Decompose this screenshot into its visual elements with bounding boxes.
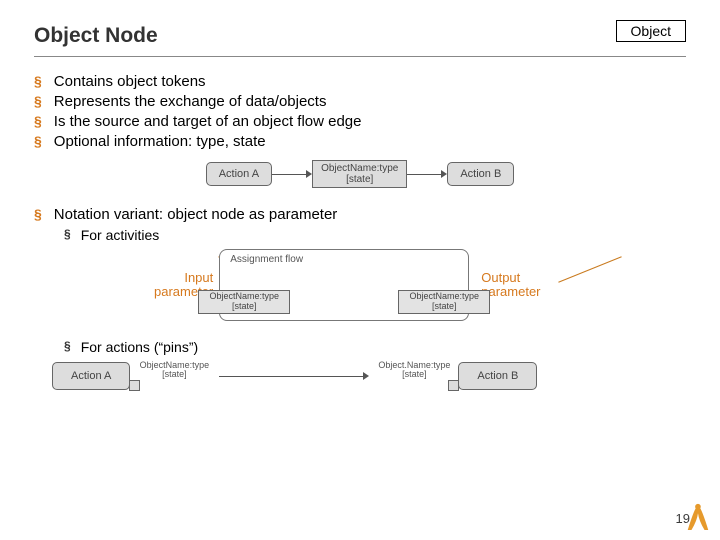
action-a-pin-box: Action A xyxy=(52,362,130,390)
sublist-text: For actions (“pins”) xyxy=(81,339,198,355)
action-b-pin-box: Action B xyxy=(458,362,537,390)
diagram-pins: Action A ObjectName:type [state] Object.… xyxy=(52,361,686,391)
sublist-pins: § For actions (“pins”) xyxy=(64,339,686,355)
pin-state: [state] xyxy=(403,302,485,312)
output-pin-icon xyxy=(129,380,140,391)
diagram-activity-parameter: Input parameter Assignment flow ObjectNa… xyxy=(154,249,686,321)
object-notation-box: Object xyxy=(616,20,686,42)
object-name-line: ObjectName:type xyxy=(321,163,398,174)
pin-label-a: ObjectName:type [state] xyxy=(129,361,219,380)
sub-bullet-icon: § xyxy=(64,339,71,353)
bullet-text: Contains object tokens xyxy=(54,73,206,90)
bullet-icon: § xyxy=(34,206,42,222)
activity-pin-left: ObjectName:type [state] xyxy=(198,290,290,314)
bullet-text: Is the source and target of an object fl… xyxy=(54,113,362,130)
bullet-text: Represents the exchange of data/objects xyxy=(54,93,327,110)
action-b-box: Action B xyxy=(447,162,514,186)
bullet-icon: § xyxy=(34,93,42,109)
pin-label-b: Object.Name:type [state] xyxy=(369,361,459,380)
object-state-line: [state] xyxy=(321,174,398,185)
connector-line xyxy=(558,256,621,282)
diagram-object-flow: Action A ObjectName:type [state] Action … xyxy=(34,160,686,188)
bullet-icon: § xyxy=(34,73,42,89)
sublist: § For activities xyxy=(64,227,686,243)
activity-title: Assignment flow xyxy=(230,254,303,265)
action-a-box: Action A xyxy=(206,162,272,186)
bullet-icon: § xyxy=(34,133,42,149)
bullet-text: Optional information: type, state xyxy=(54,133,266,150)
sublist-text: For activities xyxy=(81,227,160,243)
logo-icon xyxy=(684,502,712,534)
pin-state: [state] xyxy=(203,302,285,312)
bullet-text: Notation variant: object node as paramet… xyxy=(54,206,338,223)
bullet-list-main: § Contains object tokens § Represents the … xyxy=(34,73,686,150)
page-title: Object Node xyxy=(34,24,158,54)
bullet-list-variant: § Notation variant: object node as parame… xyxy=(34,206,686,223)
sub-bullet-icon: § xyxy=(64,227,71,241)
activity-pin-right: ObjectName:type [state] xyxy=(398,290,490,314)
bullet-icon: § xyxy=(34,113,42,129)
activity-node: Assignment flow ObjectName:type [state] … xyxy=(219,249,469,321)
object-node-box: ObjectName:type [state] xyxy=(312,160,407,188)
title-divider xyxy=(34,56,686,57)
